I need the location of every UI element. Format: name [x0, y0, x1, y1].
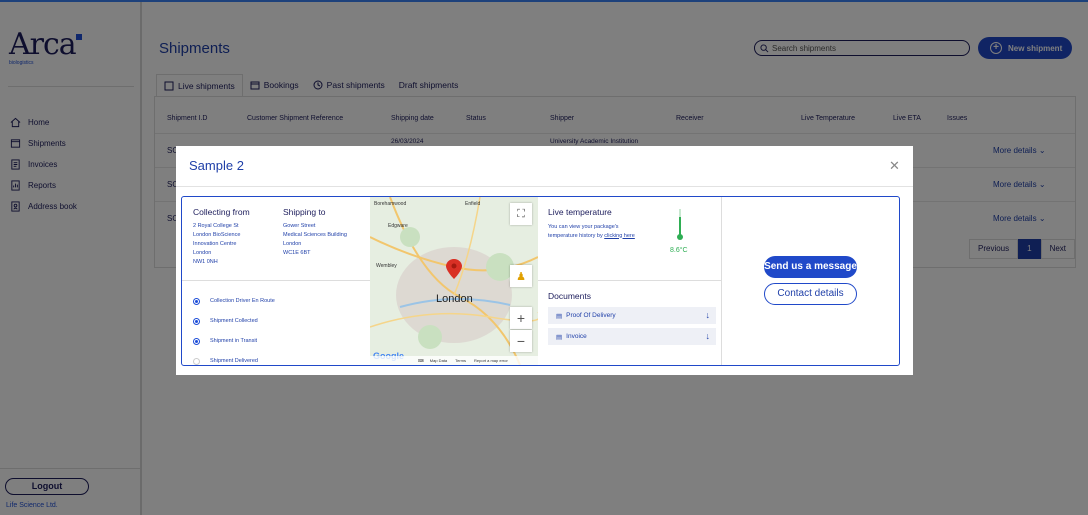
thermometer-icon [677, 209, 683, 240]
zoom-in-icon[interactable]: + [510, 307, 532, 329]
temperature-history-link[interactable]: clicking here [604, 233, 635, 239]
documents-heading: Documents [548, 291, 591, 301]
step-done-icon [193, 337, 200, 345]
download-icon[interactable]: ↓ [706, 331, 711, 341]
document-label: Proof Of Delivery [566, 312, 616, 319]
street-view-icon[interactable]: ♟ [510, 265, 532, 287]
address-line: WC1E 6BT [283, 250, 311, 256]
collecting-from-heading: Collecting from [193, 207, 250, 217]
document-label: Invoice [566, 333, 587, 340]
map-city-label: London [436, 293, 473, 305]
document-icon: ▤ [556, 312, 563, 320]
live-temperature-heading: Live temperature [548, 207, 612, 217]
step-label: Shipment in Transit [210, 338, 258, 344]
temperature-value: 8.6°C [670, 247, 688, 254]
shipment-card: Collecting from 2 Royal College St Londo… [181, 196, 900, 366]
progress-step: Collection Driver En Route [193, 291, 275, 311]
collecting-address: 2 Royal College St London BioScience Inn… [193, 222, 240, 267]
keyboard-icon[interactable]: ⌨ [418, 358, 424, 363]
shipping-to-heading: Shipping to [283, 207, 326, 217]
map-terms-link[interactable]: Terms [455, 358, 466, 363]
shipment-progress: Collection Driver En Route Shipment Coll… [193, 291, 275, 371]
map-place-label: Edgware [388, 223, 408, 229]
document-proof-of-delivery[interactable]: ▤ Proof Of Delivery ↓ [548, 307, 716, 324]
step-label: Shipment Delivered [210, 358, 258, 364]
address-line: Medical Sciences Building [283, 232, 347, 238]
step-label: Shipment Collected [210, 318, 258, 324]
map-place-label: Enfield [465, 201, 481, 207]
send-message-button[interactable]: Send us a message [764, 256, 857, 278]
section-divider [182, 280, 370, 281]
map-place-label: Borehamwood [374, 201, 407, 207]
address-line: Gower Street [283, 223, 316, 229]
address-line: London [193, 250, 212, 256]
fullscreen-icon[interactable]: ⛶ [510, 203, 532, 225]
map-footer: ⌨ Map Data Terms Report a map error [370, 356, 538, 365]
modal-title: Sample 2 [189, 158, 244, 173]
step-done-icon [193, 297, 200, 305]
contact-details-button[interactable]: Contact details [764, 283, 857, 305]
section-divider [538, 280, 721, 281]
step-label: Collection Driver En Route [210, 298, 275, 304]
address-line: 2 Royal College St [193, 223, 239, 229]
map-place-label: Wembley [376, 263, 397, 269]
progress-step: Shipment Delivered [193, 351, 275, 371]
temperature-description: You can view your package's temperature … [548, 223, 640, 240]
step-pending-icon [193, 357, 200, 365]
shipment-detail-modal: Sample 2 ✕ Collecting from 2 Royal Colle… [176, 146, 913, 375]
address-line: NW1 0NH [193, 259, 218, 265]
shipping-address: Gower Street Medical Sciences Building L… [283, 222, 347, 258]
zoom-out-icon[interactable]: − [510, 330, 532, 352]
download-icon[interactable]: ↓ [706, 310, 711, 320]
document-invoice[interactable]: ▤ Invoice ↓ [548, 328, 716, 345]
progress-step: Shipment in Transit [193, 331, 275, 351]
column-divider [721, 197, 722, 365]
address-line: Innovation Centre [193, 241, 237, 247]
document-icon: ▤ [556, 333, 563, 341]
map-report-link[interactable]: Report a map error [474, 358, 508, 363]
address-line: London BioScience [193, 232, 241, 238]
map-data-link[interactable]: Map Data [430, 358, 447, 363]
progress-step: Shipment Collected [193, 311, 275, 331]
close-icon[interactable]: ✕ [889, 158, 900, 174]
modal-divider [176, 186, 913, 187]
address-line: London [283, 241, 302, 247]
route-map[interactable]: Borehamwood Enfield Edgware Wembley Lond… [370, 197, 538, 365]
step-done-icon [193, 317, 200, 325]
